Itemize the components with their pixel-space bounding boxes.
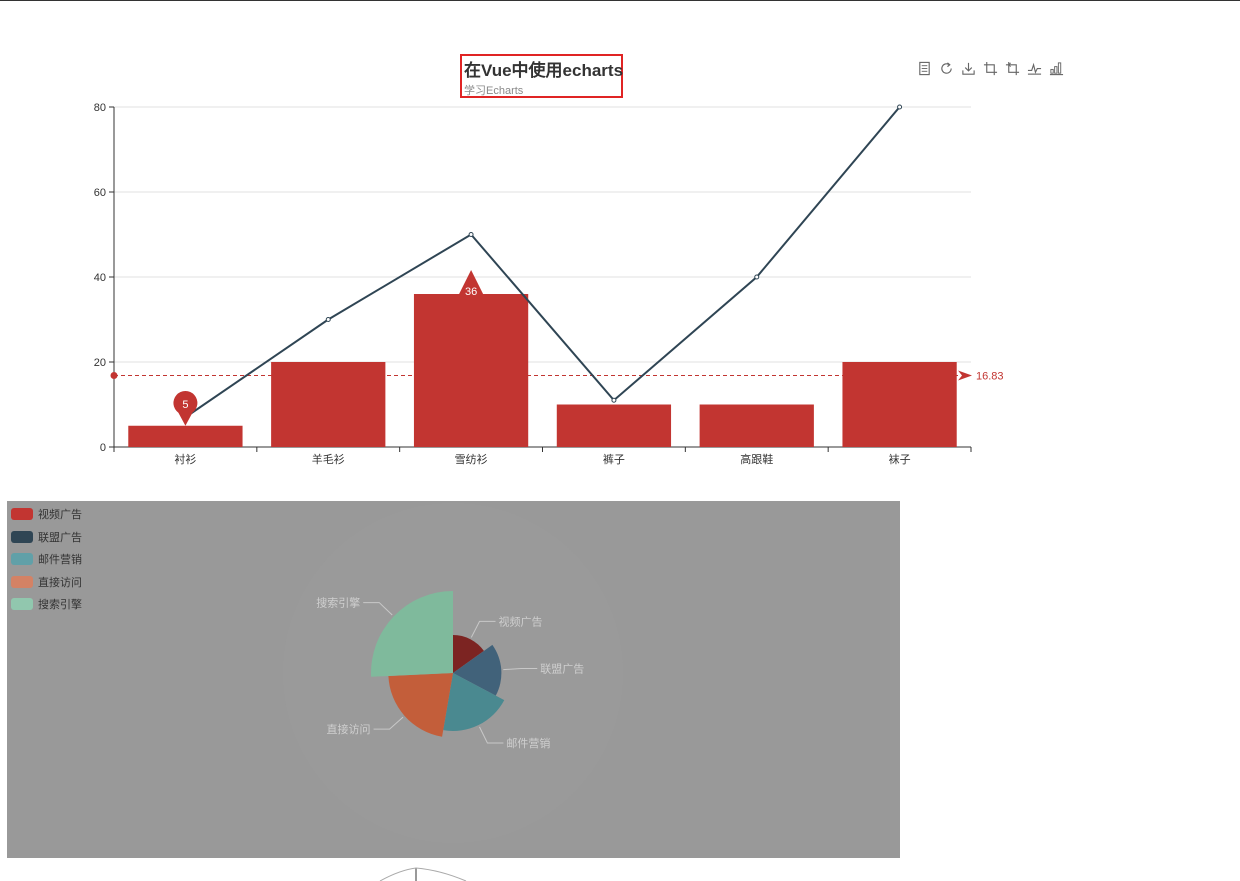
pie-slice-label: 直接访问 bbox=[327, 722, 371, 736]
line-point bbox=[754, 274, 760, 280]
pie-chart-panel: 视频广告 联盟广告 邮件营销 直接访问 搜索引擎 视频广告 联盟广告 邮件营销 直接访问… bbox=[7, 501, 900, 858]
legend-item[interactable]: 联盟广告 bbox=[11, 526, 82, 549]
pie-slice-label: 邮件营销 bbox=[506, 736, 550, 750]
chart-toolbox bbox=[916, 60, 1064, 76]
x-tick-label: 裤子 bbox=[603, 452, 625, 466]
bar bbox=[842, 362, 957, 447]
bar-chart-icon[interactable] bbox=[1048, 60, 1064, 76]
legend-label: 直接访问 bbox=[38, 576, 82, 589]
mark-line-arrow bbox=[958, 370, 972, 381]
mark-line-label: 16.83 bbox=[976, 370, 1004, 382]
mark-point-label: 5 bbox=[182, 399, 188, 411]
line-point bbox=[325, 317, 331, 322]
legend-swatch bbox=[11, 598, 33, 611]
y-tick-label: 20 bbox=[94, 357, 106, 369]
pie-legend: 视频广告 联盟广告 邮件营销 直接访问 搜索引擎 bbox=[11, 503, 82, 616]
bar bbox=[556, 404, 672, 447]
data-zoom-icon[interactable] bbox=[982, 60, 998, 76]
pie-slice-label: 视频广告 bbox=[499, 614, 543, 628]
pie-chart: 视频广告联盟广告邮件营销 直接访问 搜索引擎 bbox=[283, 503, 623, 843]
x-tick-label: 高跟鞋 bbox=[740, 452, 773, 466]
zoom-reset-icon[interactable] bbox=[1004, 60, 1020, 76]
legend-label: 邮件营销 bbox=[38, 554, 82, 567]
legend-item[interactable]: 邮件营销 bbox=[11, 548, 82, 571]
legend-swatch bbox=[11, 553, 33, 566]
save-image-icon[interactable] bbox=[960, 60, 976, 76]
legend-label: 搜索引擎 bbox=[38, 599, 82, 612]
chart-subtitle: 学习Echarts bbox=[464, 85, 524, 97]
legend-label: 视频广告 bbox=[38, 509, 82, 522]
x-tick-label: 雪纺衫 bbox=[455, 452, 488, 466]
x-tick-label: 衬衫 bbox=[174, 453, 196, 466]
bar bbox=[271, 362, 386, 447]
pie-slice-label: 联盟广告 bbox=[540, 662, 584, 675]
y-tick-label: 0 bbox=[100, 442, 106, 454]
y-tick-label: 60 bbox=[94, 187, 106, 199]
bar bbox=[413, 294, 529, 447]
y-tick-label: 80 bbox=[94, 102, 106, 114]
bar bbox=[699, 404, 814, 447]
data-view-icon[interactable] bbox=[916, 60, 932, 76]
restore-icon[interactable] bbox=[938, 60, 954, 76]
line-point bbox=[897, 104, 903, 110]
legend-item[interactable]: 搜索引擎 bbox=[11, 593, 82, 616]
mark-point-label: 36 bbox=[465, 286, 477, 298]
x-tick-label: 袜子 bbox=[889, 452, 911, 466]
line-point bbox=[468, 232, 474, 237]
y-tick-label: 40 bbox=[94, 272, 106, 284]
legend-item[interactable]: 视频广告 bbox=[11, 503, 82, 526]
chart-title: 在Vue中使用echarts bbox=[464, 61, 624, 80]
legend-swatch bbox=[11, 575, 33, 588]
legend-label: 联盟广告 bbox=[38, 531, 82, 544]
line-point bbox=[611, 397, 617, 403]
next-chart-fragment bbox=[379, 867, 467, 881]
bar bbox=[128, 425, 243, 447]
legend-swatch bbox=[11, 508, 33, 521]
pie-slice-label: 搜索引擎 bbox=[316, 596, 360, 610]
mark-line-start bbox=[110, 371, 118, 379]
legend-swatch bbox=[11, 530, 33, 543]
x-tick-label: 羊毛衫 bbox=[312, 452, 345, 466]
line-chart-icon[interactable] bbox=[1026, 60, 1042, 76]
legend-item[interactable]: 直接访问 bbox=[11, 571, 82, 594]
